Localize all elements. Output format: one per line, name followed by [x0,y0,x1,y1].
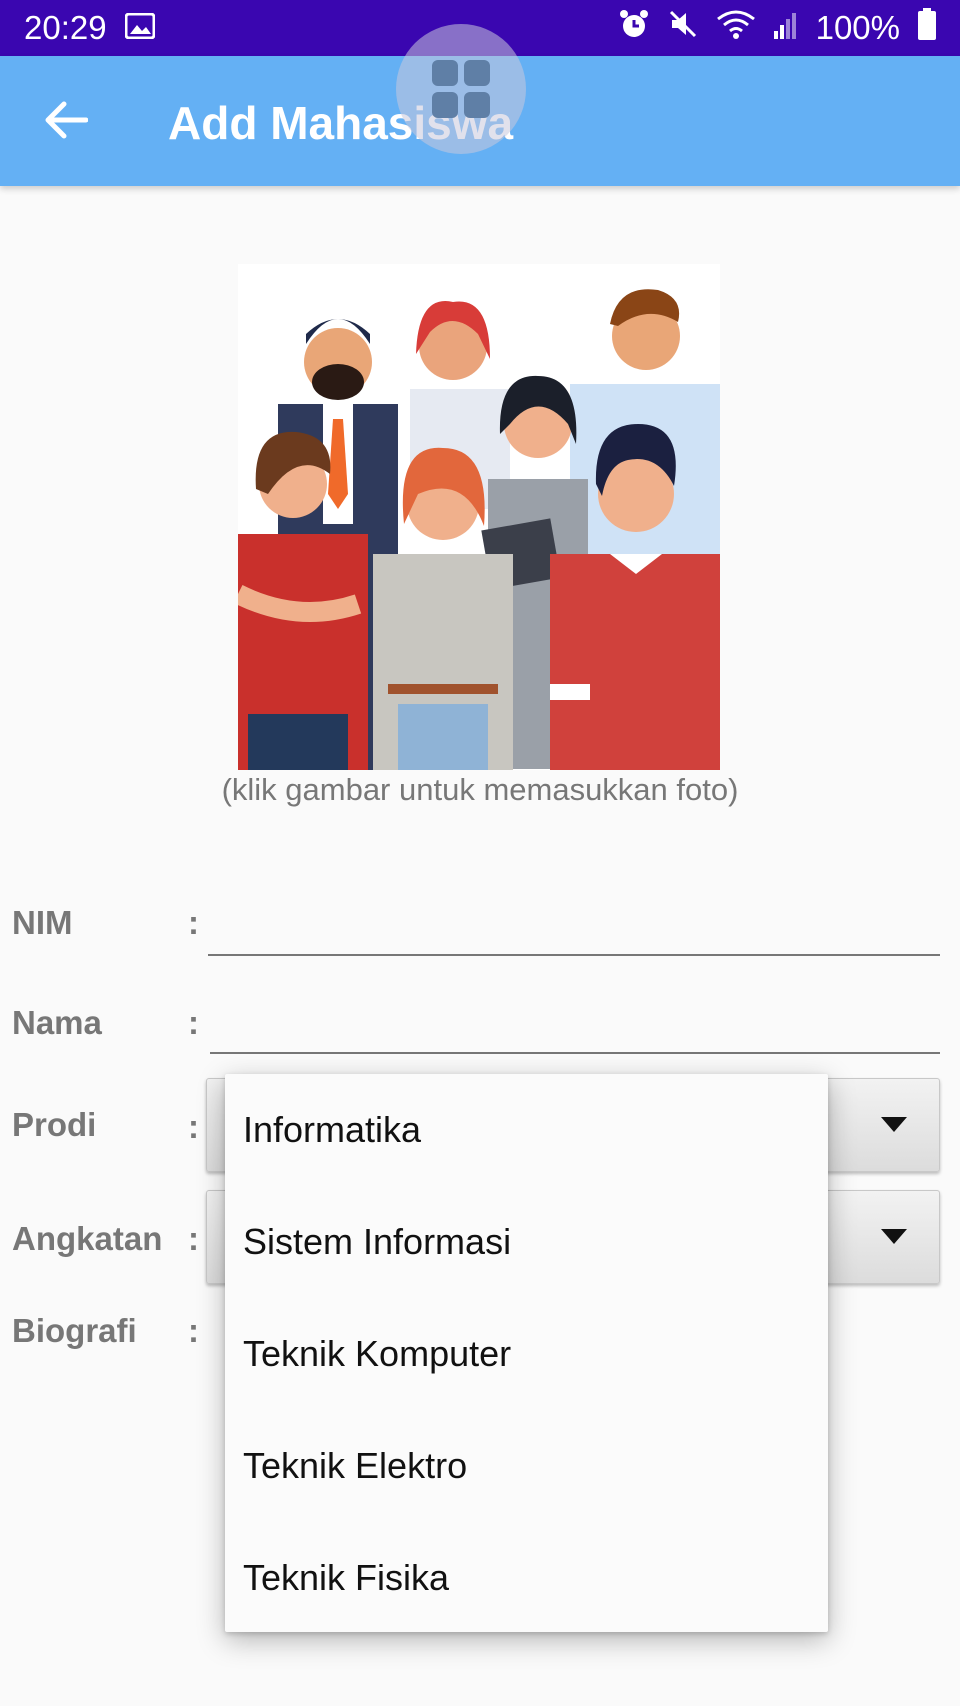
angkatan-label: Angkatan [12,1220,163,1257]
mute-icon [668,9,698,47]
battery-icon [918,8,936,48]
biografi-label: Biografi [12,1312,137,1349]
status-time: 20:29 [24,9,107,46]
wifi-icon [716,9,756,47]
dropdown-option-sistem-informasi[interactable]: Sistem Informasi [225,1186,828,1298]
arrow-back-icon [45,101,88,139]
nama-field[interactable] [210,1052,940,1054]
prodi-colon: : [188,1108,199,1145]
nama-colon: : [188,1004,199,1041]
dropdown-option-informatika[interactable]: Informatika [225,1074,828,1186]
back-button[interactable] [36,90,96,150]
dropdown-arrow-icon [881,1117,907,1132]
nama-label: Nama [12,1004,102,1041]
floating-app-bubble[interactable] [396,24,526,154]
battery-percent: 100% [815,9,900,46]
student-photo[interactable] [233,264,720,774]
photo-caption: (klik gambar untuk memasukkan foto) [221,772,739,807]
angkatan-colon: : [188,1220,199,1257]
dropdown-arrow-icon [881,1229,907,1244]
nim-field[interactable] [208,954,940,956]
dropdown-option-teknik-elektro[interactable]: Teknik Elektro [225,1410,828,1522]
alarm-icon [618,8,650,48]
dropdown-option-teknik-fisika[interactable]: Teknik Fisika [225,1522,828,1634]
dropdown-option-teknik-komputer[interactable]: Teknik Komputer [225,1298,828,1410]
prodi-dropdown-menu: Informatika Sistem Informasi Teknik Komp… [225,1074,828,1632]
biografi-colon: : [188,1312,199,1349]
people-illustration [233,289,720,774]
nim-label: NIM [12,904,73,941]
image-icon [124,9,156,47]
signal-icon [773,9,798,47]
prodi-label: Prodi [12,1106,97,1143]
nim-colon: : [188,904,199,941]
